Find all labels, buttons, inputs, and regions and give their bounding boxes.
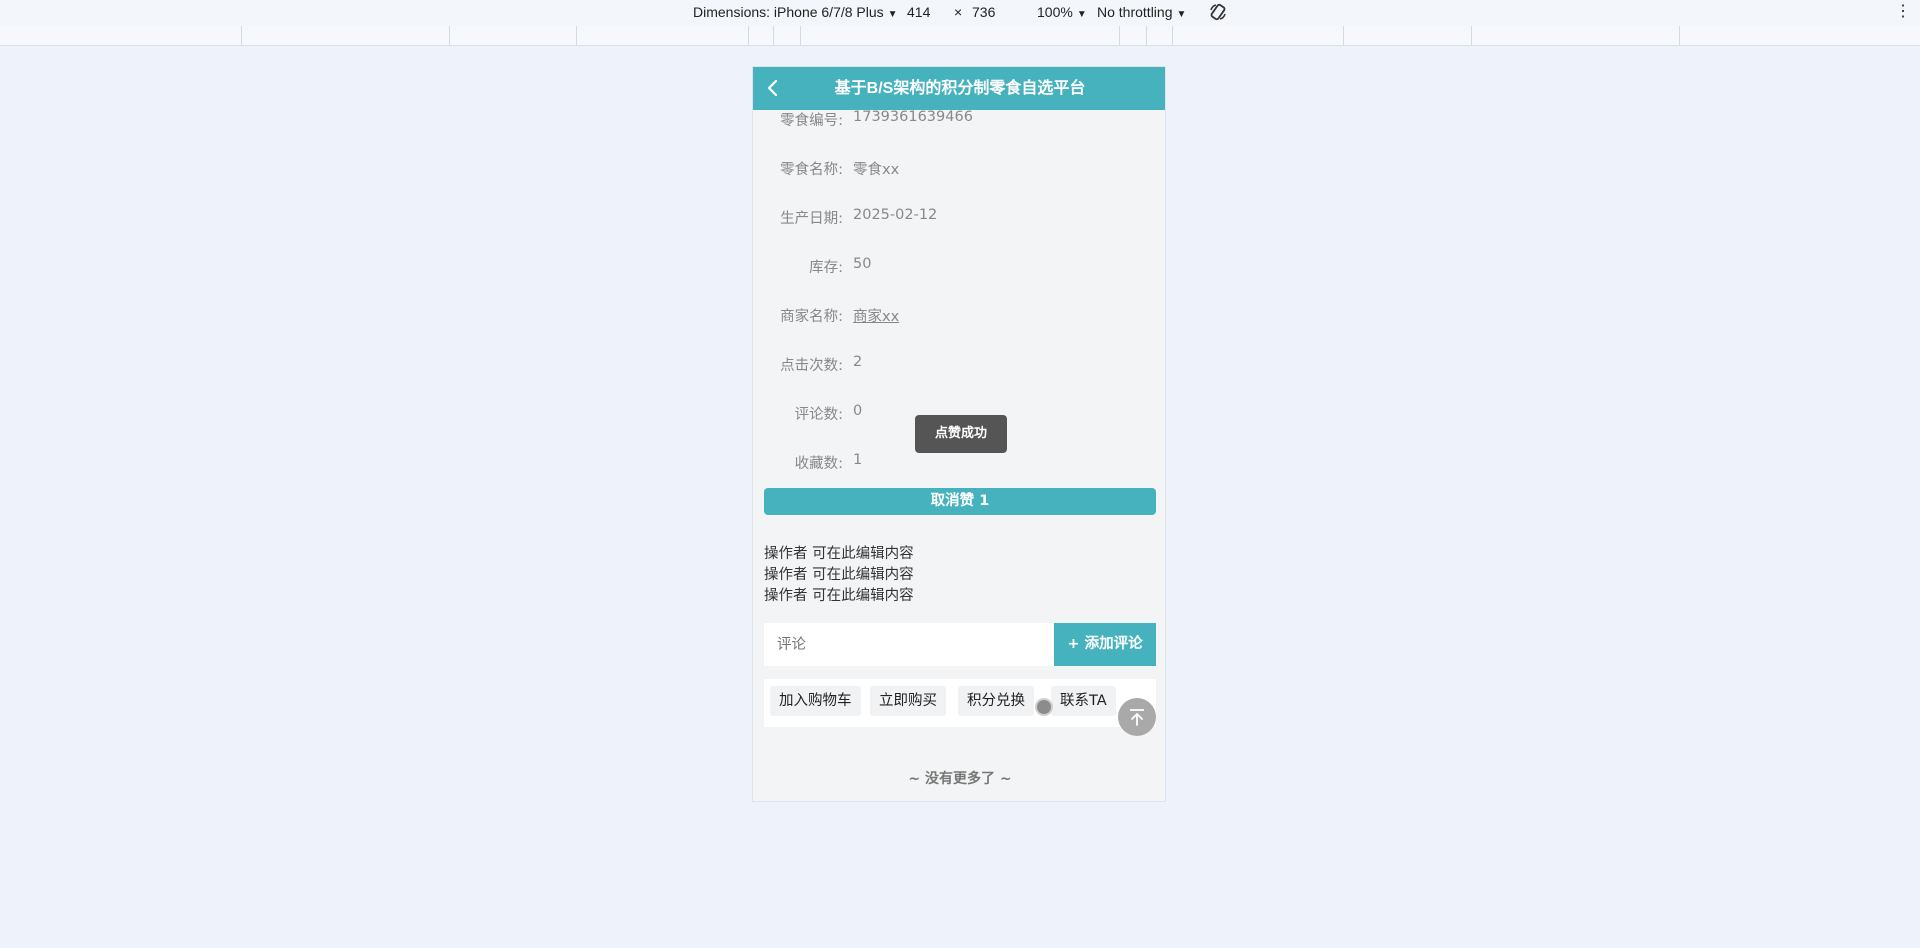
detail-label: 评论数: [794,407,843,423]
detail-value: 2 [853,354,863,370]
ruler-segment[interactable] [1343,26,1344,45]
caret-down-icon: ▼ [1176,9,1187,20]
detail-click-count: 点击次数: 2 [753,354,1165,378]
media-query-ruler [0,26,1920,46]
detail-snack-name: 零食名称: 零食xx [753,158,1165,182]
viewport-height-input[interactable]: 736 [972,4,995,20]
arrow-up-icon [1130,709,1144,726]
comment-item: 操作者 可在此编辑内容 [764,546,914,562]
devtools-device-toolbar: Dimensions: iPhone 6/7/8 Plus ▼ 414 × 736… [0,0,1920,27]
contact-button[interactable]: 联系TA [1051,686,1116,716]
page-title: 基于B/S架构的积分制零食自选平台 [834,80,1086,97]
ruler-segment[interactable] [1119,26,1120,45]
detail-label: 生产日期: [780,211,843,227]
detail-value: 50 [853,256,872,272]
device-dimensions-select[interactable]: Dimensions: iPhone 6/7/8 Plus ▼ [693,4,898,20]
viewport-width-input[interactable]: 414 [907,4,930,20]
detail-value: 0 [853,403,863,419]
buy-now-button[interactable]: 立即购买 [870,686,946,716]
detail-value: 2025-02-12 [853,207,938,223]
comment-item: 操作者 可在此编辑内容 [764,567,914,583]
action-bar: 加入购物车 立即购买 积分兑换 联系TA [764,679,1156,727]
app-header: 基于B/S架构的积分制零食自选平台 [753,67,1165,110]
back-arrow-icon[interactable] [763,78,783,98]
phone-viewport: 基于B/S架构的积分制零食自选平台 零食编号: 1739361639466 零食… [752,66,1166,802]
detail-label: 零食名称: [780,162,843,178]
add-to-cart-button[interactable]: 加入购物车 [770,686,861,716]
detail-snack-id: 零食编号: 1739361639466 [753,109,1165,133]
add-comment-button[interactable]: + 添加评论 [1054,623,1156,666]
caret-down-icon: ▼ [1076,9,1087,20]
detail-merchant-name: 商家名称: 商家xx [753,305,1165,329]
zoom-value: 100% [1037,4,1073,20]
ruler-segment[interactable] [1146,26,1147,45]
detail-value: 零食xx [853,162,900,178]
caret-down-icon: ▼ [887,9,898,20]
ruler-segment[interactable] [1679,26,1680,45]
ruler-segment[interactable] [1471,26,1472,45]
comment-form: + 添加评论 [764,623,1156,666]
ruler-segment[interactable] [241,26,242,45]
ruler-segment[interactable] [800,26,801,45]
touch-cursor [1035,698,1053,716]
ruler-segment[interactable] [576,26,577,45]
detail-label: 商家名称: [780,309,843,325]
zoom-select[interactable]: 100% ▼ [1037,4,1087,20]
detail-stock: 库存: 50 [753,256,1165,280]
detail-value: 1 [853,452,863,468]
throttling-select[interactable]: No throttling ▼ [1097,4,1186,20]
device-name: Dimensions: iPhone 6/7/8 Plus [693,4,884,20]
detail-label: 点击次数: [780,358,843,374]
ruler-segment[interactable] [449,26,450,45]
detail-production-date: 生产日期: 2025-02-12 [753,207,1165,231]
more-options-icon[interactable]: ⋮ [1895,1,1911,21]
points-redeem-button[interactable]: 积分兑换 [958,686,1034,716]
detail-favorite-count: 收藏数: 1 [753,452,1165,476]
comment-item: 操作者 可在此编辑内容 [764,588,914,604]
rotate-icon[interactable] [1208,2,1228,22]
detail-value: 1739361639466 [853,109,973,125]
toast-message: 点赞成功 [915,415,1007,453]
no-more-text: ~ 没有更多了 ~ [908,771,1012,787]
throttling-value: No throttling [1097,4,1173,20]
back-to-top-button[interactable] [1118,698,1156,736]
comment-input[interactable] [764,623,1054,666]
merchant-link[interactable]: 商家xx [853,305,899,326]
detail-label: 收藏数: [794,456,843,472]
ruler-segment[interactable] [748,26,749,45]
unlike-button[interactable]: 取消赞 1 [764,488,1156,515]
ruler-segment[interactable] [1172,26,1173,45]
dimension-separator: × [954,4,963,20]
ruler-segment[interactable] [773,26,774,45]
detail-label: 库存: [809,260,843,276]
detail-label: 零食编号: [780,113,843,129]
